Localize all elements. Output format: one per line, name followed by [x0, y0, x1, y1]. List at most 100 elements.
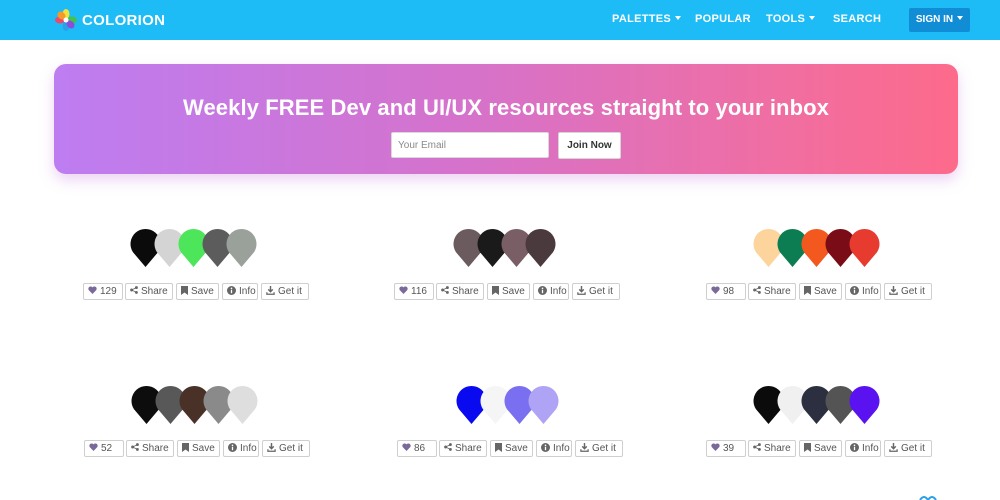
share-label: Share [455, 443, 482, 454]
join-now-button[interactable]: Join Now [558, 132, 621, 159]
palette-swatches[interactable] [702, 228, 952, 278]
sign-in-label: SIGN IN [915, 14, 954, 25]
top-navbar: COLORION PALETTES POPULAR TOOLS SEARCH S… [0, 0, 1000, 40]
palette-swatches[interactable] [79, 228, 329, 278]
palette-swatches[interactable] [390, 228, 640, 278]
share-button[interactable]: Share [125, 283, 173, 300]
share-button[interactable]: Share [748, 440, 796, 457]
chevron-down-icon [675, 16, 682, 21]
like-button[interactable]: 116 [394, 283, 434, 300]
save-label: Save [814, 286, 837, 297]
email-field[interactable] [391, 132, 549, 158]
get-it-label: Get it [901, 286, 925, 297]
banner-title: Weekly FREE Dev and UI/UX resources stra… [182, 95, 829, 120]
save-button[interactable]: Save [799, 283, 842, 300]
get-it-label: Get it [592, 443, 616, 454]
save-label: Save [814, 443, 837, 454]
info-label: Info [240, 443, 257, 454]
save-button[interactable]: Save [487, 283, 530, 300]
palette-card: 98 Share Save Info Get it [702, 228, 952, 318]
share-icon [131, 443, 139, 452]
color-swatch[interactable] [525, 228, 556, 267]
get-it-button[interactable]: Get it [261, 283, 309, 300]
download-icon [267, 442, 276, 452]
bookmark-icon [182, 442, 189, 452]
nav-tools-label: TOOLS [766, 13, 806, 25]
get-it-button[interactable]: Get it [575, 440, 623, 457]
share-button[interactable]: Share [439, 440, 487, 457]
palette-actions: 86 Share Save Info Get it [393, 440, 643, 458]
colorion-logo-icon[interactable] [55, 9, 77, 31]
color-swatch[interactable] [226, 228, 257, 267]
like-button[interactable]: 86 [397, 440, 437, 457]
nav-search[interactable]: SEARCH [833, 13, 881, 25]
like-label: 52 [101, 443, 113, 454]
info-icon [228, 442, 237, 452]
share-icon [441, 286, 449, 295]
info-icon [538, 285, 547, 295]
info-button[interactable]: Info [222, 283, 258, 300]
get-it-label: Get it [278, 286, 302, 297]
like-button[interactable]: 129 [83, 283, 123, 300]
get-it-button[interactable]: Get it [572, 283, 620, 300]
get-it-label: Get it [279, 443, 303, 454]
share-label: Share [142, 443, 169, 454]
info-label: Info [550, 286, 567, 297]
info-button[interactable]: Info [536, 440, 572, 457]
bookmark-icon [804, 442, 811, 452]
chevron-down-icon [809, 16, 816, 21]
heart-icon [88, 286, 97, 295]
info-label: Info [862, 286, 879, 297]
color-swatch[interactable] [849, 228, 880, 267]
like-button[interactable]: 39 [706, 440, 746, 457]
share-label: Share [764, 286, 791, 297]
share-icon [753, 286, 761, 295]
get-it-button[interactable]: Get it [262, 440, 310, 457]
sign-in-button[interactable]: SIGN IN [909, 8, 970, 32]
brand-name[interactable]: COLORION [82, 12, 165, 29]
nav-palettes-label: PALETTES [612, 13, 672, 25]
like-button[interactable]: 52 [84, 440, 124, 457]
save-button[interactable]: Save [176, 283, 219, 300]
bookmark-icon [804, 285, 811, 295]
download-icon [577, 285, 586, 295]
nav-tools[interactable]: TOOLS [766, 13, 816, 25]
share-icon [130, 286, 138, 295]
share-button[interactable]: Share [126, 440, 174, 457]
palette-swatches[interactable] [393, 385, 643, 435]
get-it-button[interactable]: Get it [884, 283, 932, 300]
nav-popular[interactable]: POPULAR [695, 13, 751, 25]
palette-actions: 116 Share Save Info Get it [390, 283, 640, 301]
share-button[interactable]: Share [436, 283, 484, 300]
info-icon [850, 285, 859, 295]
save-button[interactable]: Save [490, 440, 533, 457]
info-button[interactable]: Info [845, 283, 881, 300]
share-button[interactable]: Share [748, 283, 796, 300]
get-it-label: Get it [589, 286, 613, 297]
info-button[interactable]: Info [533, 283, 569, 300]
nav-palettes[interactable]: PALETTES [612, 13, 682, 25]
palette-actions: 129 Share Save Info Get it [79, 283, 329, 301]
palette-swatches[interactable] [702, 385, 952, 435]
save-label: Save [502, 286, 525, 297]
nav-search-label: SEARCH [833, 13, 882, 25]
info-button[interactable]: Info [223, 440, 259, 457]
save-button[interactable]: Save [799, 440, 842, 457]
get-it-button[interactable]: Get it [884, 440, 932, 457]
like-button[interactable]: 98 [706, 283, 746, 300]
save-button[interactable]: Save [177, 440, 220, 457]
color-swatch[interactable] [849, 385, 880, 424]
download-icon [889, 285, 898, 295]
share-icon [753, 443, 761, 452]
color-swatch[interactable] [227, 385, 258, 424]
info-label: Info [553, 443, 570, 454]
heart-icon [399, 286, 408, 295]
palette-actions: 39 Share Save Info Get it [702, 440, 952, 458]
share-icon [444, 443, 452, 452]
color-swatch[interactable] [528, 385, 559, 424]
info-icon [541, 442, 550, 452]
info-button[interactable]: Info [845, 440, 881, 457]
bookmark-icon [181, 285, 188, 295]
palette-swatches[interactable] [80, 385, 330, 435]
share-label: Share [452, 286, 479, 297]
